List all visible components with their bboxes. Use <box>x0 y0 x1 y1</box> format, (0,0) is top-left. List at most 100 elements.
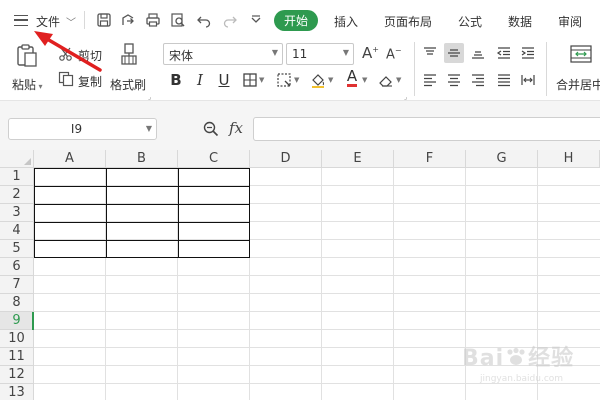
tab-home[interactable]: 开始 <box>274 10 318 31</box>
more-icon[interactable] <box>246 10 266 30</box>
column-header-G[interactable]: G <box>466 150 538 168</box>
borders-icon[interactable] <box>240 70 260 90</box>
chevron-down-icon: ▼ <box>259 76 265 84</box>
increase-indent-icon[interactable] <box>518 43 538 63</box>
column-header-A[interactable]: A <box>34 150 106 168</box>
row-header-4[interactable]: 4 <box>0 222 34 240</box>
cell-style-icon[interactable] <box>274 70 294 90</box>
copy-icon[interactable] <box>58 71 74 87</box>
fill-color-icon[interactable] <box>308 70 328 90</box>
row-header-3[interactable]: 3 <box>0 204 34 222</box>
table-border <box>178 169 179 257</box>
gridline <box>34 329 600 330</box>
scissors-icon[interactable] <box>58 46 74 62</box>
paste-label: 粘贴 <box>12 78 37 92</box>
watermark-title-part: 经验 <box>528 346 575 371</box>
print-icon[interactable] <box>143 10 163 30</box>
name-box-value: I9 <box>70 122 83 136</box>
tab-page-layout[interactable]: 页面布局 <box>384 13 432 30</box>
bold-button[interactable]: B <box>166 70 186 90</box>
table-border <box>35 204 249 205</box>
paste-icon[interactable] <box>14 42 40 68</box>
row-header-12[interactable]: 12 <box>0 366 34 384</box>
copy-button[interactable]: 复制 <box>78 73 102 90</box>
column-header-B[interactable]: B <box>106 150 178 168</box>
tab-review[interactable]: 审阅 <box>558 13 582 30</box>
bordered-table <box>34 168 250 258</box>
justify-icon[interactable] <box>494 70 514 90</box>
column-header-D[interactable]: D <box>250 150 322 168</box>
chevron-down-icon: ▼ <box>271 48 278 57</box>
watermark-url: jingyan.baidu.com <box>480 374 564 384</box>
file-menu[interactable]: 文件 <box>36 13 60 30</box>
align-center-icon[interactable] <box>444 70 464 90</box>
italic-button[interactable]: I <box>190 70 210 90</box>
row-header-9[interactable]: 9 <box>0 312 34 330</box>
gridline <box>34 293 600 294</box>
table-border <box>35 222 249 223</box>
table-border <box>35 186 249 187</box>
tab-formulas[interactable]: 公式 <box>458 13 482 30</box>
merge-center-button[interactable]: 合并居中 <box>556 76 600 93</box>
font-size-select[interactable]: 11 ▼ <box>286 43 354 65</box>
underline-button[interactable]: U <box>214 70 234 90</box>
row-header-10[interactable]: 10 <box>0 330 34 348</box>
decrease-font-icon[interactable]: A− <box>386 46 402 62</box>
export-icon[interactable] <box>118 10 138 30</box>
decrease-indent-icon[interactable] <box>494 43 514 63</box>
formula-bar: I9 ▼ fx <box>0 100 600 150</box>
row-header-8[interactable]: 8 <box>0 294 34 312</box>
menu-bar: 文件 ﹀ 开始 插入 页面布局 公式 数据 审阅 <box>0 0 600 38</box>
row-header-7[interactable]: 7 <box>0 276 34 294</box>
chevron-down-icon: ▼ <box>328 76 334 84</box>
format-painter-button[interactable]: 格式刷 <box>110 76 146 93</box>
redo-icon[interactable] <box>220 10 240 30</box>
align-middle-icon[interactable] <box>444 43 464 63</box>
row-header-5[interactable]: 5 <box>0 240 34 258</box>
fx-icon[interactable]: fx <box>229 119 243 137</box>
watermark-title: Bai 经验 <box>462 340 574 372</box>
row-header-2[interactable]: 2 <box>0 186 34 204</box>
font-size-value: 11 <box>292 47 308 61</box>
name-box[interactable]: I9 ▼ <box>8 118 157 140</box>
save-icon[interactable] <box>94 10 114 30</box>
formula-input[interactable] <box>253 117 600 141</box>
distributed-align-icon[interactable] <box>518 70 538 90</box>
format-painter-icon[interactable] <box>118 42 140 66</box>
tab-insert[interactable]: 插入 <box>334 13 358 30</box>
paste-button[interactable]: 粘贴 ▾ <box>12 76 43 93</box>
divider <box>414 42 415 96</box>
column-header-F[interactable]: F <box>394 150 466 168</box>
gridline <box>34 275 600 276</box>
row-header-6[interactable]: 6 <box>0 258 34 276</box>
hamburger-menu-icon[interactable] <box>14 15 28 26</box>
font-name-select[interactable]: 宋体 ▼ <box>163 43 283 65</box>
eraser-icon[interactable] <box>376 70 396 90</box>
undo-icon[interactable] <box>194 10 214 30</box>
chevron-down-icon: ▼ <box>342 48 349 57</box>
tab-data[interactable]: 数据 <box>508 13 532 30</box>
print-preview-icon[interactable] <box>168 10 188 30</box>
row-header-1[interactable]: 1 <box>0 168 34 186</box>
align-left-icon[interactable] <box>420 70 440 90</box>
cut-button[interactable]: 剪切 <box>78 47 102 64</box>
increase-font-icon[interactable]: A+ <box>362 44 379 62</box>
row-header-11[interactable]: 11 <box>0 348 34 366</box>
font-name-value: 宋体 <box>169 49 194 63</box>
table-border <box>106 169 107 257</box>
font-color-button[interactable]: A <box>342 68 362 88</box>
align-bottom-icon[interactable] <box>468 43 488 63</box>
align-top-icon[interactable] <box>420 43 440 63</box>
gridline <box>34 311 600 312</box>
merge-center-icon[interactable] <box>570 44 592 64</box>
zoom-icon[interactable] <box>202 120 220 138</box>
column-header-H[interactable]: H <box>538 150 600 168</box>
select-all-corner[interactable] <box>0 150 34 168</box>
column-header-C[interactable]: C <box>178 150 250 168</box>
row-header-13[interactable]: 13 <box>0 384 34 400</box>
chevron-down-icon[interactable]: ﹀ <box>66 14 76 29</box>
column-header-E[interactable]: E <box>322 150 394 168</box>
ribbon: 粘贴 ▾ 剪切 复制 格式刷 ⌟ 宋体 ▼ 11 ▼ A+ A− B I U ▼… <box>0 38 600 101</box>
align-right-icon[interactable] <box>468 70 488 90</box>
chevron-down-icon: ▼ <box>294 76 300 84</box>
